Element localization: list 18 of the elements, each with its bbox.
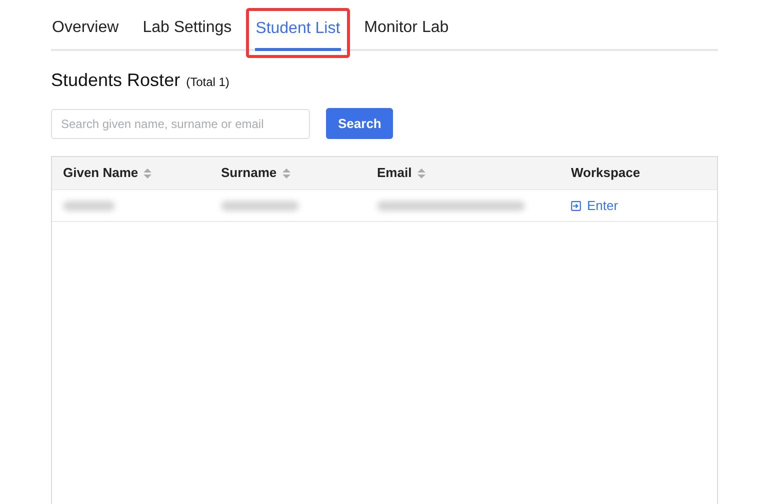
- sort-icon[interactable]: [143, 168, 152, 178]
- tab[interactable]: Student List: [254, 12, 342, 51]
- tab[interactable]: Monitor Lab: [363, 12, 450, 49]
- search-button[interactable]: Search: [326, 108, 394, 139]
- sort-icon[interactable]: [416, 168, 426, 178]
- column-header: Workspace: [571, 164, 640, 182]
- tab[interactable]: Overview: [51, 12, 120, 49]
- column-header[interactable]: Email: [377, 163, 426, 183]
- total-count: (Total 1): [186, 74, 230, 91]
- search-field[interactable]: Search given name, surname or email: [51, 108, 310, 138]
- enter-link[interactable]: Enter: [571, 196, 618, 216]
- blurred-text: [63, 200, 115, 210]
- sort-icon[interactable]: [282, 168, 291, 178]
- column-header[interactable]: Given Name: [63, 163, 152, 183]
- enter-icon: [571, 200, 581, 210]
- page-title: Students Roster: [51, 69, 180, 92]
- tab[interactable]: Lab Settings: [142, 12, 233, 49]
- column-header[interactable]: Surname: [221, 163, 291, 183]
